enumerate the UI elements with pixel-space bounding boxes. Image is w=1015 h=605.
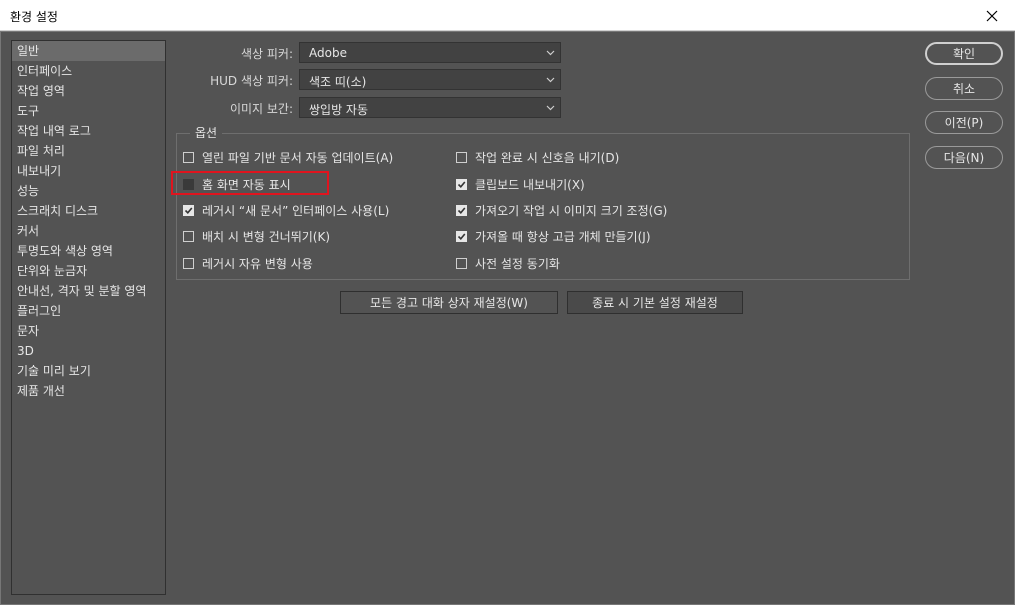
checkbox[interactable] xyxy=(183,257,194,269)
sidebar-item-general[interactable]: 일반 xyxy=(12,41,165,61)
sidebar-item-file-handling[interactable]: 파일 처리 xyxy=(12,141,165,161)
chevron-down-icon xyxy=(546,105,555,111)
sidebar-item-guides-grid[interactable]: 안내선, 격자 및 분할 영역 xyxy=(12,281,165,301)
option-always-create-smart-objects[interactable]: 가져올 때 항상 고급 개체 만들기(J) xyxy=(456,227,651,245)
option-label: 가져올 때 항상 고급 개체 만들기(J) xyxy=(475,229,651,244)
option-legacy-free-transform[interactable]: 레거시 자유 변형 사용 xyxy=(183,254,313,272)
checkbox[interactable] xyxy=(183,151,194,163)
category-list: 일반 인터페이스 작업 영역 도구 작업 내역 로그 파일 처리 내보내기 성능… xyxy=(11,40,166,595)
sidebar-item-export[interactable]: 내보내기 xyxy=(12,161,165,181)
sidebar-item-scratch-disks[interactable]: 스크래치 디스크 xyxy=(12,201,165,221)
option-label: 가져오기 작업 시 이미지 크기 조정(G) xyxy=(475,203,668,218)
option-label: 배치 시 변형 건너뛰기(K) xyxy=(202,229,331,244)
sidebar-item-interface[interactable]: 인터페이스 xyxy=(12,61,165,81)
sidebar-item-tech-previews[interactable]: 기술 미리 보기 xyxy=(12,361,165,381)
image-interpolation-value: 쌍입방 자동 xyxy=(309,103,369,117)
checkbox[interactable] xyxy=(183,204,194,216)
title-bar: 환경 설정 xyxy=(0,0,1015,31)
option-sync-presets[interactable]: 사전 설정 동기화 xyxy=(456,254,560,272)
color-picker-select[interactable]: Adobe xyxy=(299,42,561,63)
sidebar-item-workspace[interactable]: 작업 영역 xyxy=(12,81,165,101)
sidebar-item-transparency[interactable]: 투명도와 색상 영역 xyxy=(12,241,165,261)
color-picker-label: 색상 피커: xyxy=(240,47,293,61)
checkbox[interactable] xyxy=(456,230,467,242)
sidebar-item-units-rulers[interactable]: 단위와 눈금자 xyxy=(12,261,165,281)
sidebar-item-history-log[interactable]: 작업 내역 로그 xyxy=(12,121,165,141)
sidebar-item-3d[interactable]: 3D xyxy=(12,341,165,361)
option-auto-update-open-docs[interactable]: 열린 파일 기반 문서 자동 업데이트(A) xyxy=(183,148,393,166)
checkbox[interactable] xyxy=(456,204,467,216)
close-button[interactable] xyxy=(969,0,1015,31)
image-interpolation-select[interactable]: 쌍입방 자동 xyxy=(299,97,561,118)
hud-color-picker-value: 색조 띠(소) xyxy=(309,75,367,89)
window-title: 환경 설정 xyxy=(10,10,58,24)
image-interpolation-label: 이미지 보간: xyxy=(229,102,293,116)
option-label: 레거시 “새 문서” 인터페이스 사용(L) xyxy=(202,203,390,218)
option-export-clipboard[interactable]: 클립보드 내보내기(X) xyxy=(456,175,585,193)
color-picker-value: Adobe xyxy=(309,46,347,60)
sidebar-item-cursors[interactable]: 커서 xyxy=(12,221,165,241)
highlight-box xyxy=(171,171,329,195)
checkbox[interactable] xyxy=(456,257,467,269)
sidebar-item-product-improvement[interactable]: 제품 개선 xyxy=(12,381,165,401)
checkbox[interactable] xyxy=(456,151,467,163)
prev-button[interactable]: 이전(P) xyxy=(925,111,1003,134)
option-label: 작업 완료 시 신호음 내기(D) xyxy=(475,150,620,165)
hud-color-picker-select[interactable]: 색조 띠(소) xyxy=(299,69,561,90)
sidebar-item-type[interactable]: 문자 xyxy=(12,321,165,341)
cancel-button[interactable]: 취소 xyxy=(925,77,1003,100)
option-label: 클립보드 내보내기(X) xyxy=(475,177,585,192)
sidebar-item-performance[interactable]: 성능 xyxy=(12,181,165,201)
hud-color-picker-label: HUD 색상 피커: xyxy=(210,74,293,88)
close-icon xyxy=(986,10,998,21)
sidebar-item-plugins[interactable]: 플러그인 xyxy=(12,301,165,321)
option-legacy-new-document[interactable]: 레거시 “새 문서” 인터페이스 사용(L) xyxy=(183,201,389,219)
option-resize-image-during-paste[interactable]: 가져오기 작업 시 이미지 크기 조정(G) xyxy=(456,201,667,219)
option-skip-transform-on-place[interactable]: 배치 시 변형 건너뛰기(K) xyxy=(183,227,330,245)
chevron-down-icon xyxy=(546,77,555,83)
ok-button[interactable]: 확인 xyxy=(925,42,1003,65)
options-legend: 옵션 xyxy=(190,124,223,141)
reset-warnings-button[interactable]: 모든 경고 대화 상자 재설정(W) xyxy=(340,291,558,314)
sidebar-item-tools[interactable]: 도구 xyxy=(12,101,165,121)
reset-on-quit-button[interactable]: 종료 시 기본 설정 재설정 xyxy=(567,291,743,314)
chevron-down-icon xyxy=(546,50,555,56)
next-button[interactable]: 다음(N) xyxy=(925,146,1003,169)
option-label: 열린 파일 기반 문서 자동 업데이트(A) xyxy=(202,150,394,165)
option-beep-when-done[interactable]: 작업 완료 시 신호음 내기(D) xyxy=(456,148,619,166)
option-label: 사전 설정 동기화 xyxy=(475,256,560,271)
checkbox[interactable] xyxy=(183,230,194,242)
checkbox[interactable] xyxy=(456,178,467,190)
option-label: 레거시 자유 변형 사용 xyxy=(202,256,313,271)
